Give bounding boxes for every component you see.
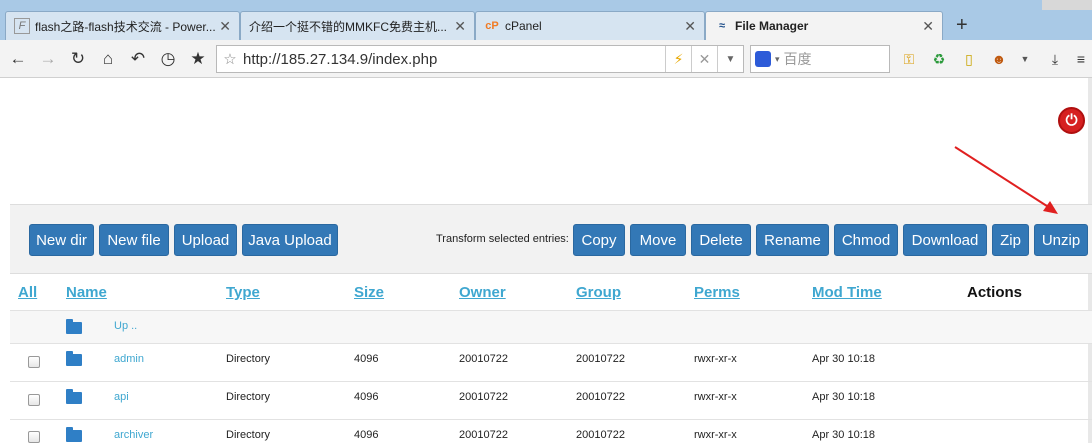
annotation-arrow-icon bbox=[954, 146, 1058, 214]
